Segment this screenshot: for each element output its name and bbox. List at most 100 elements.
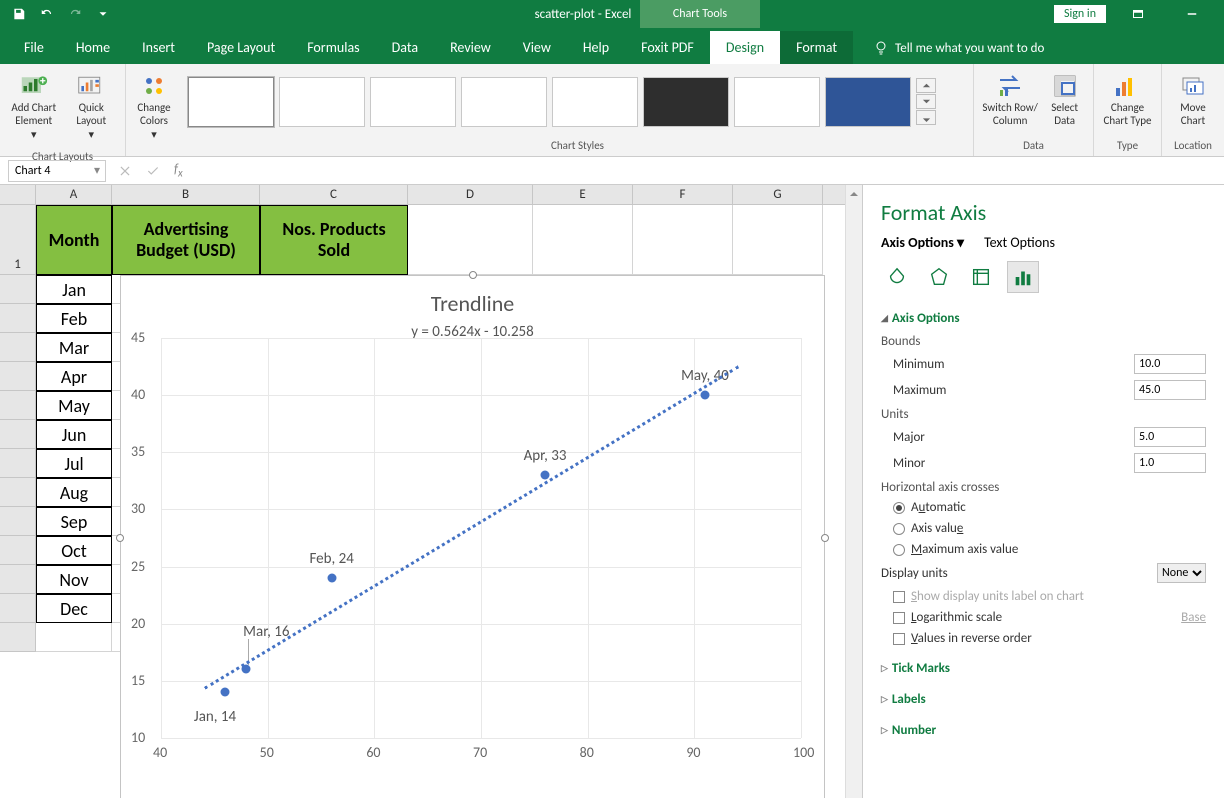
tab-view[interactable]: View — [507, 31, 567, 64]
month-cell[interactable]: Aug — [36, 478, 112, 507]
month-cell[interactable]: Sep — [36, 507, 112, 536]
month-cell[interactable]: Feb — [36, 304, 112, 333]
month-cell[interactable]: Jul — [36, 449, 112, 478]
tab-formulas[interactable]: Formulas — [291, 31, 375, 64]
month-cell[interactable]: Jun — [36, 420, 112, 449]
vertical-scrollbar[interactable] — [845, 185, 862, 798]
undo-button[interactable] — [34, 2, 60, 26]
style-gallery-scroll[interactable] — [916, 78, 936, 125]
scroll-up-icon[interactable] — [846, 185, 862, 202]
chart-style-1[interactable] — [188, 77, 274, 127]
chart-style-7[interactable] — [734, 77, 820, 127]
month-cell[interactable]: Dec — [36, 594, 112, 623]
tab-format[interactable]: Format — [780, 31, 853, 64]
formula-input[interactable] — [195, 160, 1224, 182]
chart-style-2[interactable] — [279, 77, 365, 127]
cell-a1[interactable]: Month — [36, 205, 112, 275]
chk-log-scale[interactable]: Logarithmic scaleBase — [881, 607, 1206, 628]
add-chart-element-button[interactable]: Add Chart Element▾ — [6, 68, 62, 146]
axis-options-icon[interactable] — [1007, 261, 1039, 293]
resize-handle[interactable] — [821, 534, 829, 542]
change-chart-type-button[interactable]: Change Chart Type — [1100, 68, 1155, 131]
enter-icon[interactable] — [146, 164, 160, 178]
resize-handle[interactable] — [469, 271, 477, 279]
data-label[interactable]: Jan, 14 — [194, 708, 236, 726]
col-header-d[interactable]: D — [408, 185, 533, 204]
expand-gallery-icon[interactable] — [916, 110, 936, 125]
cell-c1[interactable]: Nos. Products Sold — [260, 205, 408, 275]
chevron-down-icon[interactable] — [916, 94, 936, 109]
labels-section[interactable]: Labels — [881, 688, 1206, 711]
select-all[interactable] — [0, 185, 36, 204]
chevron-down-icon[interactable]: ▾ — [89, 163, 105, 178]
tab-help[interactable]: Help — [567, 31, 625, 64]
tab-insert[interactable]: Insert — [126, 31, 191, 64]
name-box[interactable]: Chart 4▾ — [8, 160, 106, 182]
data-point[interactable] — [701, 391, 710, 400]
col-header-e[interactable]: E — [533, 185, 633, 204]
minimize-button[interactable] — [1170, 0, 1214, 28]
save-button[interactable] — [6, 2, 32, 26]
tell-me-search[interactable]: Tell me what you want to do — [873, 40, 1044, 64]
radio-max-value[interactable]: Maximum axis value — [881, 539, 1206, 560]
select-data-button[interactable]: Select Data — [1042, 68, 1087, 131]
tick-marks-section[interactable]: Tick Marks — [881, 657, 1206, 680]
cell-b1[interactable]: Advertising Budget (USD) — [112, 205, 260, 275]
major-unit-input[interactable] — [1134, 427, 1206, 447]
data-point[interactable] — [327, 574, 336, 583]
month-cell[interactable]: Oct — [36, 536, 112, 565]
sign-in-button[interactable]: Sign in — [1054, 5, 1106, 23]
minimum-input[interactable] — [1134, 354, 1206, 374]
col-header-g[interactable]: G — [733, 185, 823, 204]
col-header-b[interactable]: B — [112, 185, 260, 204]
col-header-a[interactable]: A — [36, 185, 112, 204]
resize-handle[interactable] — [116, 534, 124, 542]
minor-unit-input[interactable] — [1134, 453, 1206, 473]
month-cell[interactable]: Jan — [36, 275, 112, 304]
chart-style-8[interactable] — [825, 77, 911, 127]
tab-file[interactable]: File — [8, 31, 60, 64]
data-label[interactable]: Feb, 24 — [309, 550, 353, 568]
spreadsheet[interactable]: A B C D E F G 1 Month Advertising Budget… — [0, 185, 862, 798]
col-header-f[interactable]: F — [633, 185, 733, 204]
radio-automatic[interactable]: Automatic — [881, 497, 1206, 518]
size-properties-icon[interactable] — [965, 261, 997, 293]
month-cell[interactable]: Nov — [36, 565, 112, 594]
cancel-icon[interactable] — [118, 164, 132, 178]
fill-line-icon[interactable] — [881, 261, 913, 293]
col-header-c[interactable]: C — [260, 185, 408, 204]
month-cell[interactable]: Apr — [36, 362, 112, 391]
radio-axis-value[interactable]: Axis value — [881, 518, 1206, 539]
axis-options-tab[interactable]: Axis Options ▾ — [881, 234, 964, 251]
embedded-chart[interactable]: Trendline y = 0.5624x - 10.258 405060708… — [120, 275, 825, 798]
chart-style-3[interactable] — [370, 77, 456, 127]
switch-row-column-button[interactable]: Switch Row/ Column — [980, 68, 1040, 131]
change-colors-button[interactable]: Change Colors▾ — [132, 68, 176, 146]
axis-options-section[interactable]: Axis Options — [881, 307, 1206, 330]
ribbon-display-button[interactable] — [1116, 0, 1160, 28]
tab-design[interactable]: Design — [710, 31, 780, 64]
data-label[interactable]: Apr, 33 — [524, 447, 567, 465]
chevron-up-icon[interactable] — [916, 78, 936, 93]
chart-style-6[interactable] — [643, 77, 729, 127]
tab-foxitpdf[interactable]: Foxit PDF — [625, 31, 710, 64]
chart-title[interactable]: Trendline — [121, 276, 824, 317]
tab-review[interactable]: Review — [434, 31, 507, 64]
redo-button[interactable] — [62, 2, 88, 26]
move-chart-button[interactable]: Move Chart — [1168, 68, 1218, 131]
fx-icon[interactable]: fx — [174, 162, 183, 180]
display-units-select[interactable]: None — [1157, 563, 1206, 583]
tab-home[interactable]: Home — [60, 31, 126, 64]
data-point[interactable] — [221, 688, 230, 697]
qat-customize[interactable] — [90, 2, 116, 26]
tab-pagelayout[interactable]: Page Layout — [191, 31, 291, 64]
tab-data[interactable]: Data — [376, 31, 434, 64]
month-cell[interactable]: May — [36, 391, 112, 420]
maximum-input[interactable] — [1134, 380, 1206, 400]
effects-icon[interactable] — [923, 261, 955, 293]
chart-style-5[interactable] — [552, 77, 638, 127]
chk-reverse-order[interactable]: Values in reverse order — [881, 628, 1206, 649]
plot-area[interactable]: 4050607080901001015202530354045Jan, 14Fe… — [161, 338, 801, 738]
row-header-1[interactable]: 1 — [0, 205, 36, 275]
month-cell[interactable]: Mar — [36, 333, 112, 362]
